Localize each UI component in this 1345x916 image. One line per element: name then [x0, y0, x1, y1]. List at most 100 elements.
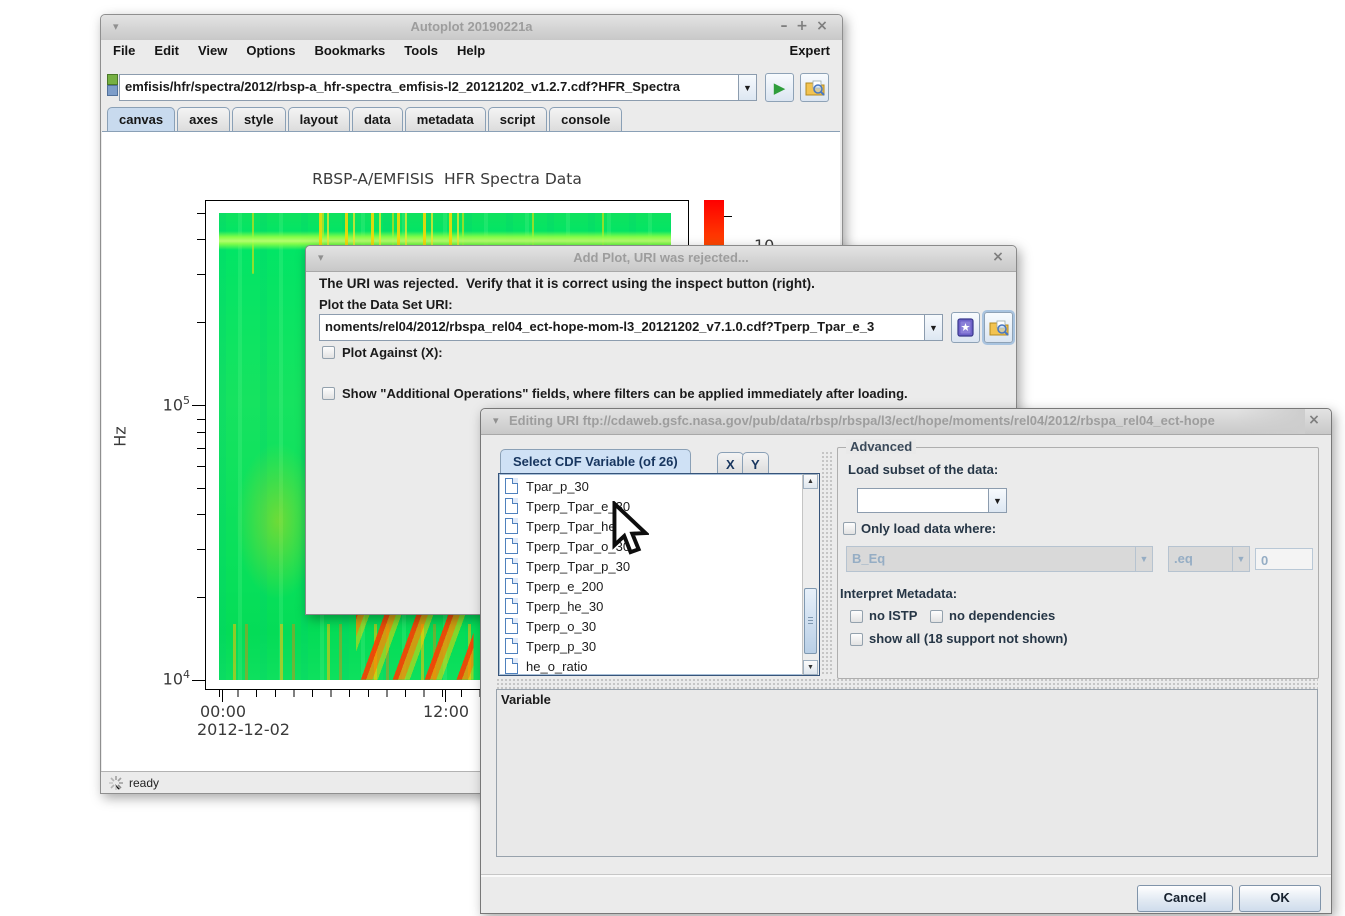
menu-help[interactable]: Help [457, 43, 485, 58]
editing-uri-dialog: ▾ Editing URI ftp://cdaweb.gsfc.nasa.gov… [480, 408, 1332, 914]
tab-select-cdf-variable[interactable]: Select CDF Variable (of 26) [500, 449, 691, 474]
scrollbar-thumb[interactable] [804, 588, 817, 654]
close-icon[interactable]: × [1306, 412, 1322, 429]
plot-go-button[interactable]: ▶ [765, 73, 794, 102]
list-item[interactable]: Tperp_e_200 [499, 576, 802, 596]
where-op-dropdown[interactable]: ▼ [1232, 546, 1250, 572]
tab-style[interactable]: style [232, 107, 286, 131]
horizontal-splitter[interactable] [496, 678, 1318, 689]
where-field-combobox[interactable]: B_Eq [846, 546, 1136, 572]
no-istp-label: no ISTP [869, 608, 917, 623]
play-icon: ▶ [774, 79, 786, 97]
y-major-tick [192, 405, 205, 406]
tab-script[interactable]: script [488, 107, 547, 131]
window-title: Autoplot 20190221a [101, 19, 842, 34]
no-dependencies-checkbox[interactable] [930, 610, 943, 623]
menu-edit[interactable]: Edit [154, 43, 179, 58]
datasource-green-icon [107, 74, 118, 85]
x-minor-ticks [219, 690, 481, 697]
tab-metadata[interactable]: metadata [405, 107, 486, 131]
datasource-book-button[interactable] [951, 312, 980, 343]
where-value-input[interactable]: 0 [1255, 548, 1313, 570]
title-fade [1235, 409, 1305, 434]
show-all-checkbox[interactable] [850, 633, 863, 646]
uri-dropdown-button[interactable]: ▼ [924, 314, 943, 341]
folder-magnifier-icon [989, 319, 1009, 337]
plot-against-checkbox[interactable] [322, 346, 335, 359]
inspect-button[interactable] [984, 312, 1013, 343]
subset-combobox[interactable] [857, 488, 989, 513]
tab-console[interactable]: console [549, 107, 622, 131]
list-item[interactable]: Tperp_Tpar_o_30 [499, 536, 802, 556]
add-plot-titlebar[interactable]: ▾ Add Plot, URI was rejected... × [306, 246, 1016, 272]
list-scrollbar[interactable]: ▲ ▼ [802, 474, 819, 675]
menu-bookmarks[interactable]: Bookmarks [314, 43, 385, 58]
no-dependencies-label: no dependencies [949, 608, 1055, 623]
close-icon[interactable]: × [990, 249, 1006, 266]
cancel-button[interactable]: Cancel [1137, 885, 1233, 912]
maximize-button[interactable]: + [794, 18, 810, 35]
list-item[interactable]: he_o_ratio [499, 656, 802, 676]
cdf-variable-list[interactable]: Tpar_p_30 Tperp_Tpar_e_30 Tperp_Tpar_he_… [498, 473, 820, 676]
minimize-button[interactable]: – [776, 18, 792, 35]
ok-button[interactable]: OK [1239, 885, 1321, 912]
show-all-label: show all (18 support not shown) [869, 631, 1068, 646]
tab-layout[interactable]: layout [288, 107, 350, 131]
file-icon [505, 498, 518, 514]
tab-axes[interactable]: axes [177, 107, 230, 131]
tab-x[interactable]: X [717, 452, 744, 474]
file-icon [505, 538, 518, 554]
x-tick-label-0000: 00:00 [196, 702, 250, 721]
tab-data[interactable]: data [352, 107, 403, 131]
list-item[interactable]: Tperp_p_30 [499, 636, 802, 656]
no-istp-checkbox[interactable] [850, 610, 863, 623]
uri-label: Plot the Data Set URI: [319, 297, 453, 312]
file-icon [505, 578, 518, 594]
window-menu-icon[interactable]: ▾ [493, 414, 499, 427]
only-load-checkbox[interactable] [843, 522, 856, 535]
tab-y[interactable]: Y [742, 452, 769, 474]
plot-title: RBSP-A/EMFISIS HFR Spectra Data [205, 170, 689, 188]
editing-uri-titlebar[interactable]: ▾ Editing URI ftp://cdaweb.gsfc.nasa.gov… [481, 409, 1331, 435]
show-operations-checkbox[interactable] [322, 387, 335, 400]
subset-dropdown-button[interactable]: ▼ [988, 488, 1007, 513]
list-item[interactable]: Tperp_Tpar_p_30 [499, 556, 802, 576]
x-tick-label-1200: 12:00 [419, 702, 473, 721]
show-operations-label: Show "Additional Operations" fields, whe… [342, 386, 908, 401]
list-item[interactable]: Tperp_he_30 [499, 596, 802, 616]
scroll-up-button[interactable]: ▲ [803, 474, 818, 489]
scroll-down-button[interactable]: ▼ [803, 660, 818, 675]
expert-label[interactable]: Expert [790, 43, 842, 58]
menu-options[interactable]: Options [246, 43, 295, 58]
file-icon [505, 638, 518, 654]
file-icon [505, 598, 518, 614]
inspect-uri-button[interactable] [800, 73, 829, 102]
uri-dropdown-button[interactable]: ▼ [738, 74, 757, 101]
menu-view[interactable]: View [198, 43, 227, 58]
file-icon [505, 558, 518, 574]
list-item[interactable]: Tperp_Tpar_he_30 [499, 516, 802, 536]
rejected-message: The URI was rejected. Verify that it is … [319, 276, 815, 291]
main-tabrow: canvas axes style layout data metadata s… [101, 107, 848, 131]
dataset-uri-input[interactable]: noments/rel04/2012/rbspa_rel04_ect-hope-… [319, 314, 925, 341]
busy-spinner-icon [109, 776, 123, 790]
list-item[interactable]: Tperp_o_30 [499, 616, 802, 636]
where-field-dropdown[interactable]: ▼ [1135, 546, 1153, 572]
advanced-group: Advanced Load subset of the data: ▼ Only… [837, 447, 1319, 679]
file-icon [505, 518, 518, 534]
interpret-metadata-label: Interpret Metadata: [840, 586, 957, 601]
main-titlebar[interactable]: ▾ Autoplot 20190221a – + × [101, 15, 842, 41]
vertical-splitter[interactable] [821, 451, 833, 675]
y-axis-label: Hz [111, 426, 130, 446]
where-op-combobox[interactable]: .eq [1168, 546, 1233, 572]
uri-toolbar: emfisis/hfr/spectra/2012/rbsp-a_hfr-spec… [101, 61, 842, 107]
list-item[interactable]: Tperp_Tpar_e_30 [499, 496, 802, 516]
x-axis-date: 2012-12-02 [197, 720, 290, 739]
status-text: ready [129, 776, 159, 790]
list-item[interactable]: Tpar_p_30 [499, 476, 802, 496]
menu-tools[interactable]: Tools [404, 43, 438, 58]
tab-canvas[interactable]: canvas [107, 107, 175, 131]
menu-file[interactable]: File [113, 43, 135, 58]
close-button[interactable]: × [814, 18, 830, 35]
uri-input[interactable]: emfisis/hfr/spectra/2012/rbsp-a_hfr-spec… [119, 74, 739, 101]
